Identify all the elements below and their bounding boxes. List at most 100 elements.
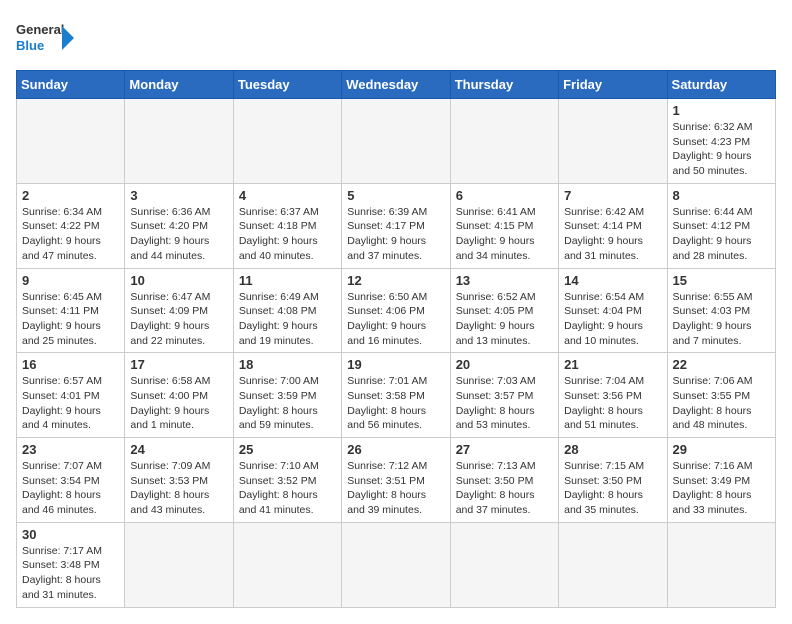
- day-number: 27: [456, 442, 553, 457]
- day-number: 15: [673, 273, 770, 288]
- logo-svg: GeneralBlue: [16, 16, 76, 60]
- calendar-cell: [17, 99, 125, 184]
- column-header-saturday: Saturday: [667, 71, 775, 99]
- calendar-cell: 5 Sunrise: 6:39 AM Sunset: 4:17 PM Daylig…: [342, 183, 450, 268]
- calendar-cell: 9 Sunrise: 6:45 AM Sunset: 4:11 PM Daylig…: [17, 268, 125, 353]
- calendar-cell: [342, 99, 450, 184]
- day-number: 30: [22, 527, 119, 542]
- calendar-header-row: SundayMondayTuesdayWednesdayThursdayFrid…: [17, 71, 776, 99]
- day-info: Sunrise: 6:49 AM Sunset: 4:08 PM Dayligh…: [239, 290, 336, 349]
- calendar-week-row: 23Sunrise: 7:07 AM Sunset: 3:54 PM Dayli…: [17, 438, 776, 523]
- day-info: Sunrise: 7:04 AM Sunset: 3:56 PM Dayligh…: [564, 374, 661, 433]
- calendar-cell: 23Sunrise: 7:07 AM Sunset: 3:54 PM Dayli…: [17, 438, 125, 523]
- day-number: 2: [22, 188, 119, 203]
- svg-text:Blue: Blue: [16, 38, 44, 53]
- calendar-cell: 25 Sunrise: 7:10 AM Sunset: 3:52 PM Dayli…: [233, 438, 341, 523]
- day-info: Sunrise: 7:09 AM Sunset: 3:53 PM Dayligh…: [130, 459, 227, 518]
- calendar-table: SundayMondayTuesdayWednesdayThursdayFrid…: [16, 70, 776, 608]
- day-info: Sunrise: 7:00 AM Sunset: 3:59 PM Dayligh…: [239, 374, 336, 433]
- calendar-cell: 19 Sunrise: 7:01 AM Sunset: 3:58 PM Dayli…: [342, 353, 450, 438]
- column-header-monday: Monday: [125, 71, 233, 99]
- calendar-week-row: 16 Sunrise: 6:57 AM Sunset: 4:01 PM Dayli…: [17, 353, 776, 438]
- day-info: Sunrise: 6:54 AM Sunset: 4:04 PM Dayligh…: [564, 290, 661, 349]
- day-info: Sunrise: 6:36 AM Sunset: 4:20 PM Dayligh…: [130, 205, 227, 264]
- calendar-cell: 14Sunrise: 6:54 AM Sunset: 4:04 PM Dayli…: [559, 268, 667, 353]
- day-info: Sunrise: 7:12 AM Sunset: 3:51 PM Dayligh…: [347, 459, 444, 518]
- calendar-week-row: 30 Sunrise: 7:17 AM Sunset: 3:48 PM Dayli…: [17, 522, 776, 607]
- calendar-cell: 22Sunrise: 7:06 AM Sunset: 3:55 PM Dayli…: [667, 353, 775, 438]
- calendar-cell: 30 Sunrise: 7:17 AM Sunset: 3:48 PM Dayli…: [17, 522, 125, 607]
- calendar-cell: [450, 99, 558, 184]
- calendar-cell: 26 Sunrise: 7:12 AM Sunset: 3:51 PM Dayli…: [342, 438, 450, 523]
- calendar-cell: [125, 99, 233, 184]
- day-number: 3: [130, 188, 227, 203]
- column-header-sunday: Sunday: [17, 71, 125, 99]
- day-info: Sunrise: 6:42 AM Sunset: 4:14 PM Dayligh…: [564, 205, 661, 264]
- calendar-cell: 29Sunrise: 7:16 AM Sunset: 3:49 PM Dayli…: [667, 438, 775, 523]
- day-number: 1: [673, 103, 770, 118]
- day-number: 28: [564, 442, 661, 457]
- day-number: 8: [673, 188, 770, 203]
- day-info: Sunrise: 6:39 AM Sunset: 4:17 PM Dayligh…: [347, 205, 444, 264]
- day-info: Sunrise: 7:06 AM Sunset: 3:55 PM Dayligh…: [673, 374, 770, 433]
- day-number: 4: [239, 188, 336, 203]
- calendar-cell: 13Sunrise: 6:52 AM Sunset: 4:05 PM Dayli…: [450, 268, 558, 353]
- calendar-cell: 12Sunrise: 6:50 AM Sunset: 4:06 PM Dayli…: [342, 268, 450, 353]
- calendar-cell: [125, 522, 233, 607]
- calendar-week-row: 2Sunrise: 6:34 AM Sunset: 4:22 PM Daylig…: [17, 183, 776, 268]
- day-number: 25: [239, 442, 336, 457]
- column-header-friday: Friday: [559, 71, 667, 99]
- calendar-week-row: 9 Sunrise: 6:45 AM Sunset: 4:11 PM Daylig…: [17, 268, 776, 353]
- day-number: 20: [456, 357, 553, 372]
- day-info: Sunrise: 7:10 AM Sunset: 3:52 PM Dayligh…: [239, 459, 336, 518]
- day-info: Sunrise: 6:57 AM Sunset: 4:01 PM Dayligh…: [22, 374, 119, 433]
- calendar-cell: 27 Sunrise: 7:13 AM Sunset: 3:50 PM Dayli…: [450, 438, 558, 523]
- calendar-cell: 17 Sunrise: 6:58 AM Sunset: 4:00 PM Dayli…: [125, 353, 233, 438]
- calendar-cell: [450, 522, 558, 607]
- calendar-cell: [233, 99, 341, 184]
- calendar-cell: 15 Sunrise: 6:55 AM Sunset: 4:03 PM Dayli…: [667, 268, 775, 353]
- day-info: Sunrise: 6:52 AM Sunset: 4:05 PM Dayligh…: [456, 290, 553, 349]
- day-number: 6: [456, 188, 553, 203]
- day-info: Sunrise: 7:03 AM Sunset: 3:57 PM Dayligh…: [456, 374, 553, 433]
- calendar-cell: 11Sunrise: 6:49 AM Sunset: 4:08 PM Dayli…: [233, 268, 341, 353]
- svg-text:General: General: [16, 22, 64, 37]
- column-header-wednesday: Wednesday: [342, 71, 450, 99]
- day-info: Sunrise: 6:47 AM Sunset: 4:09 PM Dayligh…: [130, 290, 227, 349]
- calendar-cell: [342, 522, 450, 607]
- calendar-week-row: 1 Sunrise: 6:32 AM Sunset: 4:23 PM Daylig…: [17, 99, 776, 184]
- column-header-thursday: Thursday: [450, 71, 558, 99]
- calendar-cell: 4 Sunrise: 6:37 AM Sunset: 4:18 PM Daylig…: [233, 183, 341, 268]
- calendar-cell: 6 Sunrise: 6:41 AM Sunset: 4:15 PM Daylig…: [450, 183, 558, 268]
- calendar-cell: [559, 522, 667, 607]
- day-number: 26: [347, 442, 444, 457]
- day-info: Sunrise: 7:13 AM Sunset: 3:50 PM Dayligh…: [456, 459, 553, 518]
- day-info: Sunrise: 6:37 AM Sunset: 4:18 PM Dayligh…: [239, 205, 336, 264]
- calendar-cell: 21 Sunrise: 7:04 AM Sunset: 3:56 PM Dayli…: [559, 353, 667, 438]
- day-info: Sunrise: 7:01 AM Sunset: 3:58 PM Dayligh…: [347, 374, 444, 433]
- day-info: Sunrise: 6:55 AM Sunset: 4:03 PM Dayligh…: [673, 290, 770, 349]
- calendar-cell: 7Sunrise: 6:42 AM Sunset: 4:14 PM Daylig…: [559, 183, 667, 268]
- day-number: 16: [22, 357, 119, 372]
- calendar-cell: [233, 522, 341, 607]
- day-info: Sunrise: 6:58 AM Sunset: 4:00 PM Dayligh…: [130, 374, 227, 433]
- day-info: Sunrise: 6:32 AM Sunset: 4:23 PM Dayligh…: [673, 120, 770, 179]
- day-number: 19: [347, 357, 444, 372]
- day-number: 18: [239, 357, 336, 372]
- day-number: 21: [564, 357, 661, 372]
- day-number: 5: [347, 188, 444, 203]
- calendar-cell: 3 Sunrise: 6:36 AM Sunset: 4:20 PM Daylig…: [125, 183, 233, 268]
- calendar-cell: 8 Sunrise: 6:44 AM Sunset: 4:12 PM Daylig…: [667, 183, 775, 268]
- day-info: Sunrise: 7:17 AM Sunset: 3:48 PM Dayligh…: [22, 544, 119, 603]
- calendar-cell: 18 Sunrise: 7:00 AM Sunset: 3:59 PM Dayli…: [233, 353, 341, 438]
- day-info: Sunrise: 6:44 AM Sunset: 4:12 PM Dayligh…: [673, 205, 770, 264]
- day-info: Sunrise: 6:41 AM Sunset: 4:15 PM Dayligh…: [456, 205, 553, 264]
- day-info: Sunrise: 6:45 AM Sunset: 4:11 PM Dayligh…: [22, 290, 119, 349]
- day-number: 24: [130, 442, 227, 457]
- column-header-tuesday: Tuesday: [233, 71, 341, 99]
- day-info: Sunrise: 7:15 AM Sunset: 3:50 PM Dayligh…: [564, 459, 661, 518]
- calendar-cell: 1 Sunrise: 6:32 AM Sunset: 4:23 PM Daylig…: [667, 99, 775, 184]
- day-number: 17: [130, 357, 227, 372]
- day-number: 9: [22, 273, 119, 288]
- calendar-cell: [559, 99, 667, 184]
